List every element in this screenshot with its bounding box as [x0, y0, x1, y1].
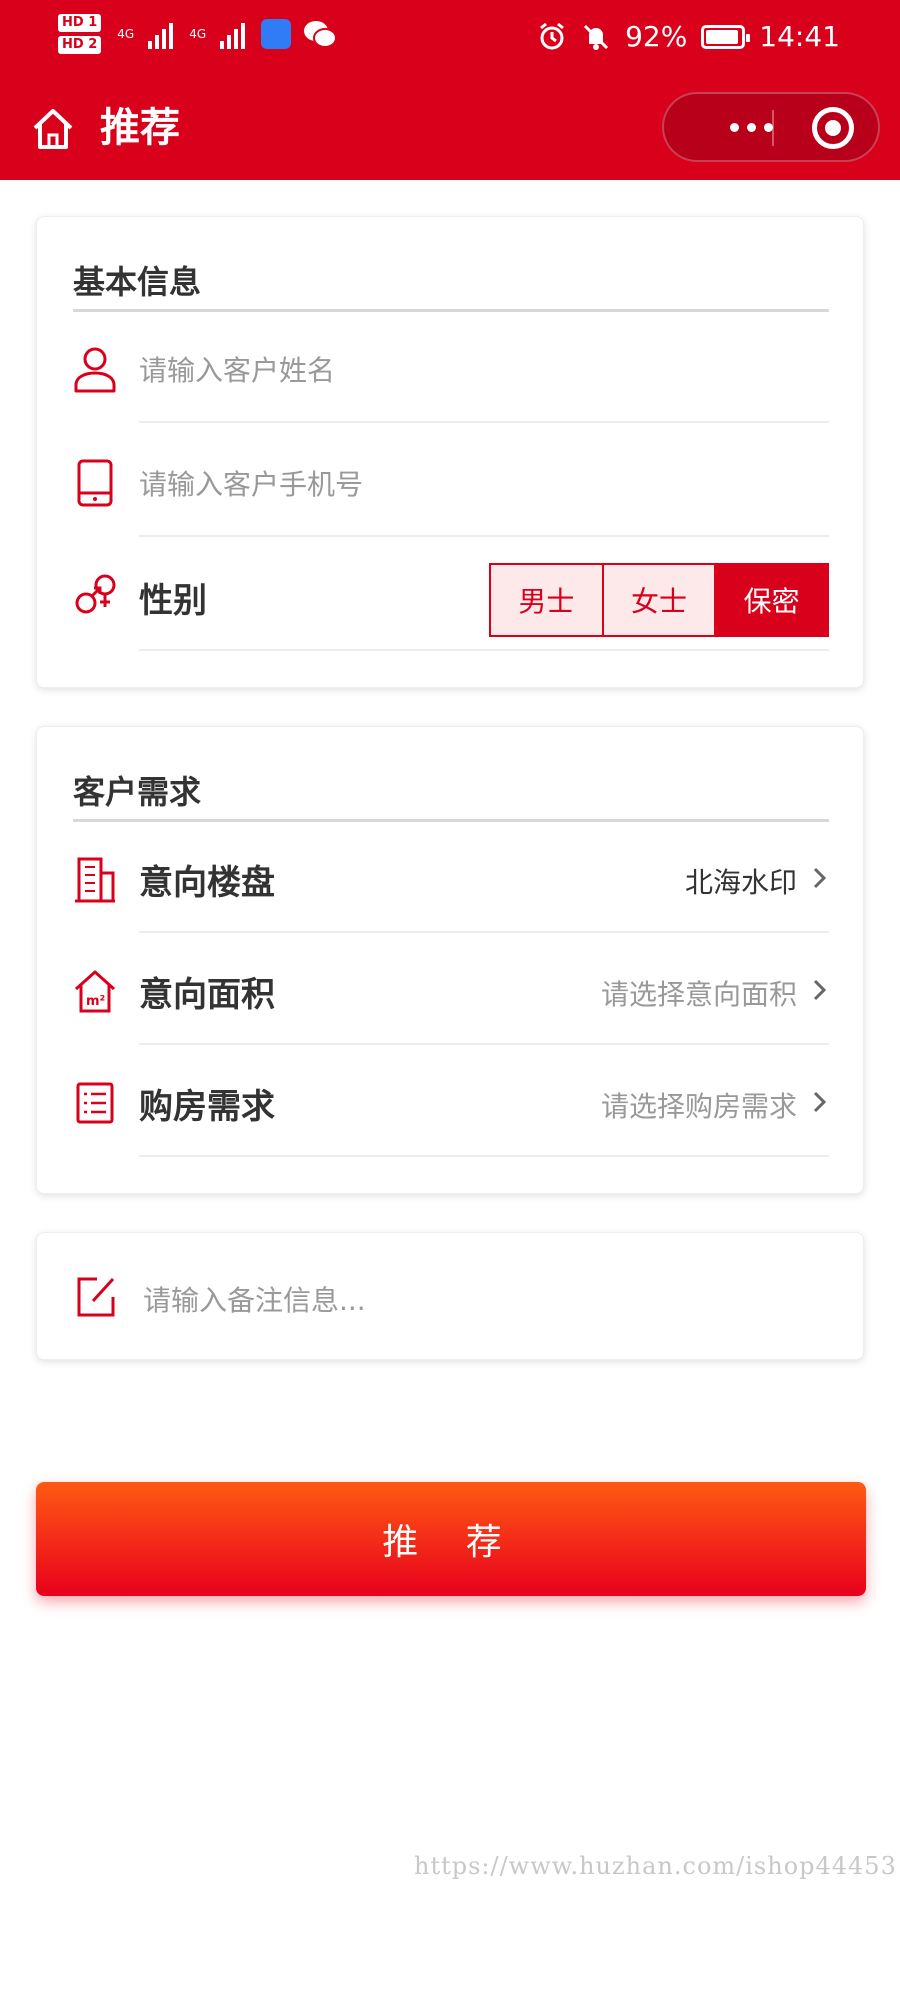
basic-info-card: 基本信息 请输入客户姓名 请输入客户手机号 性别 男士 女士 保密: [36, 216, 864, 688]
purchase-label: 购房需求: [139, 1087, 275, 1127]
person-icon: [74, 347, 116, 393]
recommend-submit-button[interactable]: 推 荐: [36, 1482, 866, 1596]
status-left: HD 1 HD 2 4G 4G: [58, 14, 338, 54]
customer-needs-card: 客户需求 意向楼盘 北海水印 m² 意向面积 请选择意向面积 购房需求 请选择购…: [36, 726, 864, 1194]
row-divider: [139, 1043, 829, 1045]
chevron-right-icon: [813, 867, 827, 889]
status-right: 92% 14:41: [537, 20, 840, 53]
gender-option-male[interactable]: 男士: [491, 565, 604, 635]
list-icon: [76, 1082, 114, 1124]
home-icon[interactable]: [30, 106, 76, 152]
gender-icon: [75, 574, 116, 614]
hd2-badge: HD 2: [58, 36, 102, 54]
chevron-right-icon: [813, 1091, 827, 1113]
gender-option-female[interactable]: 女士: [603, 565, 717, 635]
name-input[interactable]: 请输入客户姓名: [139, 349, 335, 389]
watermark: https://www.huzhan.com/ishop44453: [414, 1852, 897, 1880]
needs-row-purchase[interactable]: 购房需求 请选择购房需求: [73, 1047, 829, 1157]
basic-info-divider: [73, 309, 829, 312]
app-icon: [261, 19, 292, 49]
note-card[interactable]: 请输入备注信息...: [36, 1232, 864, 1360]
purchase-value: 请选择购房需求: [600, 1090, 797, 1123]
row-divider: [139, 421, 829, 423]
building-value: 北海水印: [684, 866, 797, 899]
wechat-icon: [304, 21, 338, 48]
needs-row-building[interactable]: 意向楼盘 北海水印: [73, 823, 829, 933]
hd1-badge: HD 1: [58, 14, 102, 32]
row-divider: [139, 931, 829, 933]
customer-needs-divider: [73, 819, 829, 822]
row-divider: [139, 649, 829, 651]
bell-mute-icon: [584, 24, 609, 50]
building-label: 意向楼盘: [139, 863, 275, 903]
battery-percent: 92%: [625, 20, 688, 53]
phone-icon: [77, 459, 113, 507]
house-area-icon: m²: [74, 970, 116, 1013]
basic-info-title: 基本信息: [73, 263, 202, 301]
gender-segmented-control: 男士 女士 保密: [489, 563, 829, 637]
name-row[interactable]: 请输入客户姓名: [73, 313, 829, 423]
chevron-right-icon: [813, 979, 827, 1001]
edit-icon: [77, 1277, 115, 1317]
signal2-icon: [220, 19, 246, 49]
signal1-icon: [148, 19, 174, 49]
note-input[interactable]: 请输入备注信息...: [143, 1279, 366, 1319]
net1-label: 4G: [117, 27, 135, 41]
more-dots-icon[interactable]: [696, 94, 806, 160]
status-bar: HD 1 HD 2 4G 4G 92% 14:41: [0, 0, 900, 80]
phone-input[interactable]: 请输入客户手机号: [139, 463, 363, 503]
battery-icon: [701, 24, 751, 49]
area-label: 意向面积: [139, 975, 275, 1015]
area-value: 请选择意向面积: [600, 978, 797, 1011]
clock: 14:41: [759, 20, 840, 53]
net2-label: 4G: [189, 27, 207, 41]
gender-label: 性别: [139, 581, 207, 621]
page-title: 推荐: [100, 105, 180, 151]
target-circle-icon[interactable]: [812, 107, 854, 149]
top-bar: HD 1 HD 2 4G 4G 92% 14:41 推荐: [0, 0, 900, 180]
capsule-divider: [772, 110, 774, 146]
building-icon: [75, 857, 115, 903]
nav-header: 推荐: [0, 80, 900, 180]
needs-row-area[interactable]: m² 意向面积 请选择意向面积: [73, 935, 829, 1045]
gender-option-secret[interactable]: 保密: [716, 565, 828, 635]
phone-row[interactable]: 请输入客户手机号: [73, 427, 829, 537]
mini-program-capsule: [662, 92, 880, 162]
row-divider: [139, 1155, 829, 1157]
svg-text:m²: m²: [86, 994, 105, 1009]
gender-row: 性别 男士 女士 保密: [73, 541, 829, 651]
customer-needs-title: 客户需求: [73, 773, 202, 811]
row-divider: [139, 535, 829, 537]
alarm-icon: [540, 22, 564, 49]
hd-indicators: HD 1 HD 2: [58, 14, 102, 54]
